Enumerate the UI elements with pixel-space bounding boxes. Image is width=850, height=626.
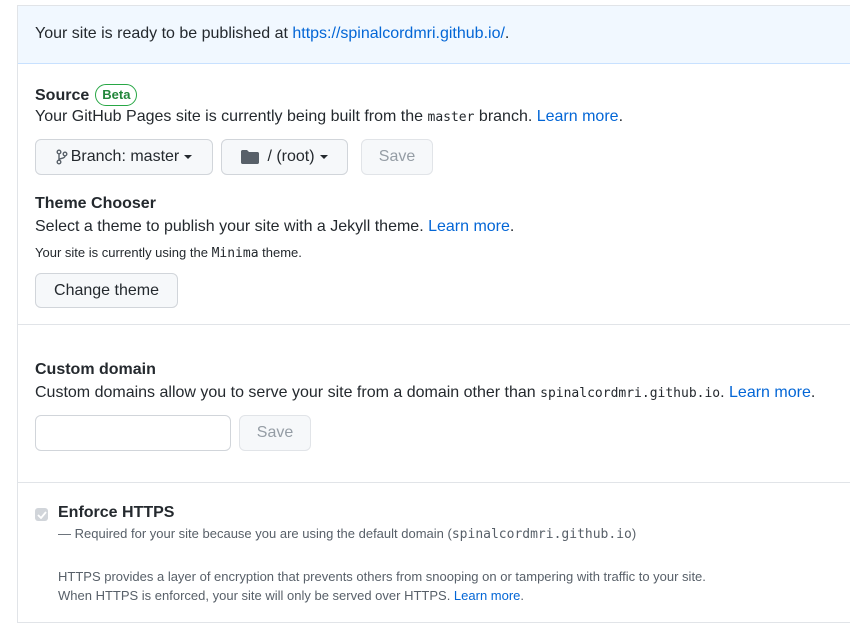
branch-code: master <box>427 110 475 125</box>
enforce-https-label: Enforce HTTPS <box>58 504 175 521</box>
theme-learn-more-link[interactable]: Learn more <box>428 218 510 235</box>
custom-domain-description: Custom domains allow you to serve your s… <box>35 384 815 402</box>
source-desc-pre: Your GitHub Pages site is currently bein… <box>35 108 428 125</box>
current-theme-pre: Your site is currently using the <box>35 245 212 260</box>
source-title: Source <box>35 87 90 104</box>
theme-description: Select a theme to publish your site with… <box>35 218 514 236</box>
custom-domain-learn-more-link[interactable]: Learn more <box>729 384 811 401</box>
source-save-label: Save <box>378 148 416 165</box>
custom-domain-save-label: Save <box>256 424 294 441</box>
flash-suffix: . <box>504 25 510 42</box>
chevron-down-icon <box>184 155 193 159</box>
branch-select-button[interactable]: Branch: master <box>35 139 213 175</box>
branch-button-label: Branch: master <box>70 148 180 165</box>
chevron-down-icon <box>319 155 328 159</box>
custom-domain-desc-pre: Custom domains allow you to serve your s… <box>35 384 541 401</box>
git-branch-icon <box>56 149 68 165</box>
https-required-pre: — Required for your site because you are… <box>58 526 452 541</box>
https-info-line2-text: When HTTPS is enforced, your site will o… <box>58 588 454 603</box>
domain-code: spinalcordmri.github.io <box>540 386 721 401</box>
flash-text: Your site is ready to be published at <box>35 25 293 42</box>
custom-domain-desc-post: . <box>720 384 730 401</box>
theme-heading: Theme Chooser <box>35 195 156 212</box>
folder-button-label: / (root) <box>267 148 315 165</box>
section-divider <box>18 324 850 325</box>
theme-name-code: Minima <box>211 246 259 261</box>
publish-flash-banner: Your site is ready to be published at ht… <box>18 6 850 64</box>
https-period: . <box>520 588 525 603</box>
source-save-button[interactable]: Save <box>361 139 433 175</box>
source-period: . <box>618 108 624 125</box>
https-info-line1: HTTPS provides a layer of encryption tha… <box>58 569 706 584</box>
check-icon <box>36 510 47 519</box>
custom-domain-period: . <box>810 384 816 401</box>
current-theme-post: theme. <box>258 245 302 260</box>
custom-domain-input[interactable] <box>35 415 231 451</box>
https-info-line2: When HTTPS is enforced, your site will o… <box>58 588 524 603</box>
site-url-link[interactable]: https://spinalcordmri.github.io/ <box>292 25 505 42</box>
enforce-https-checkbox[interactable] <box>35 508 48 521</box>
https-domain-code: spinalcordmri.github.io <box>451 527 632 542</box>
https-required-note: — Required for your site because you are… <box>58 526 636 542</box>
custom-domain-heading: Custom domain <box>35 361 156 378</box>
section-divider <box>18 482 850 483</box>
folder-select-button[interactable]: / (root) <box>221 139 348 175</box>
change-theme-button[interactable]: Change theme <box>35 273 178 308</box>
source-description: Your GitHub Pages site is currently bein… <box>35 108 623 126</box>
source-desc-post: branch. <box>474 108 537 125</box>
source-heading: Source Beta <box>35 84 138 106</box>
beta-badge: Beta <box>95 84 138 106</box>
theme-period: . <box>509 218 515 235</box>
custom-domain-save-button[interactable]: Save <box>239 415 311 451</box>
source-learn-more-link[interactable]: Learn more <box>537 108 619 125</box>
theme-desc: Select a theme to publish your site with… <box>35 218 429 235</box>
https-required-post: ) <box>631 526 637 541</box>
folder-icon <box>241 150 260 164</box>
change-theme-label: Change theme <box>54 281 159 299</box>
https-learn-more-link[interactable]: Learn more <box>454 588 520 603</box>
current-theme-note: Your site is currently using the Minima … <box>35 245 302 261</box>
